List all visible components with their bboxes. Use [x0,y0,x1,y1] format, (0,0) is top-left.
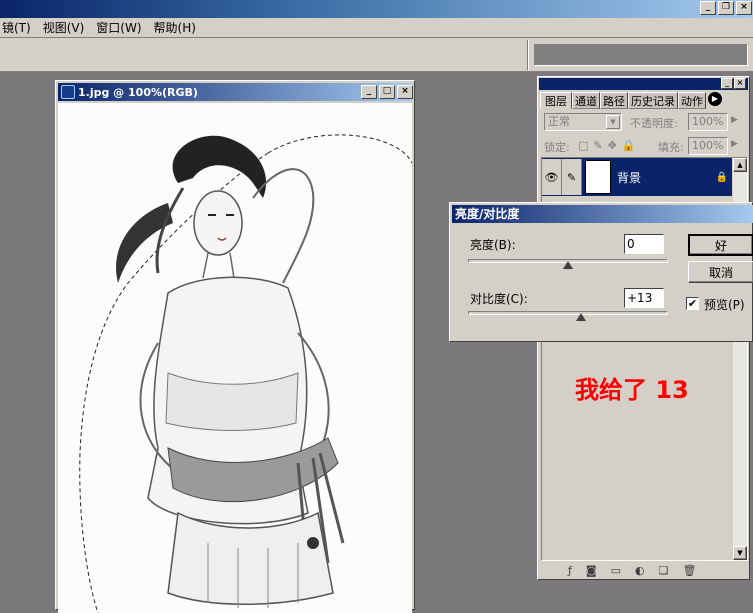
brightness-label: 亮度(B): [470,238,516,252]
app-restore-button[interactable]: ❐ [718,1,734,15]
app-minimize-button[interactable]: _ [700,1,716,15]
palette-well[interactable] [534,44,748,66]
options-bar [0,38,753,72]
annotation-note: 我给了 13 [575,376,689,404]
app-close-button[interactable]: × [736,1,752,15]
layer-brush-icon[interactable]: ✎ [562,159,582,195]
preview-checkbox[interactable]: ✔ [686,297,699,310]
new-layer-icon[interactable]: ❏ [659,564,669,577]
layers-palette-titlebar: _ × [539,78,748,90]
trash-icon[interactable]: 🗑 [682,564,696,577]
palette-menu-arrow-icon[interactable]: ▶ [708,92,722,106]
lock-move-icon[interactable]: ✥ [608,139,617,152]
menu-help[interactable]: 帮助(H) [148,19,202,36]
image-canvas[interactable] [58,103,412,613]
layers-bottom-toolbar: ƒ ◙ ▭ ◐ ❏ 🗑 [568,564,696,577]
brightness-contrast-dialog: 亮度/对比度 亮度(B): 0 对比度(C): +13 好 取消 ✔ 预览(P) [449,202,753,342]
document-icon [61,85,75,99]
menu-window[interactable]: 窗口(W) [90,19,147,36]
brightness-field[interactable]: 0 [624,234,664,254]
ok-button[interactable]: 好 [688,234,753,256]
layer-thumbnail [585,160,611,194]
menu-filter[interactable]: 镜(T) [0,19,37,36]
layers-close-button[interactable]: × [734,78,746,89]
tab-layers[interactable]: 图层 [540,92,572,109]
chevron-down-icon: ▼ [606,115,620,129]
lock-brush-icon[interactable]: ✎ [593,139,602,152]
app-window-controls: _ ❐ × [700,1,752,15]
layer-row-background[interactable]: 👁 ✎ 背景 🔒 [542,158,732,196]
document-title: 1.jpg @ 100%(RGB) [78,85,198,99]
visibility-eye-icon[interactable]: 👁 [542,159,562,195]
new-group-icon[interactable]: ▭ [611,564,621,577]
layers-minimize-button[interactable]: _ [721,78,733,89]
blend-mode-value: 正常 [548,115,570,128]
scroll-up-arrow-icon[interactable]: ▲ [733,158,747,172]
tab-actions[interactable]: 动作 [678,92,706,109]
lock-all-icon[interactable]: 🔒 [622,139,636,152]
fill-field[interactable]: 100% [688,137,728,155]
sketch-portrait-image [79,134,412,613]
layers-tab-strip: 图层 通道 路径 历史记录 动作 ▶ [540,92,747,109]
doc-maximize-button[interactable]: □ [379,85,395,99]
lock-transparency-icon[interactable]: □ [578,139,588,152]
opacity-arrow-icon[interactable]: ▶ [731,115,738,125]
tab-history[interactable]: 历史记录 [628,92,678,109]
contrast-slider-track[interactable] [468,311,668,315]
opacity-label: 不透明度: [630,117,678,130]
scroll-down-arrow-icon[interactable]: ▼ [733,546,747,560]
layer-style-icon[interactable]: ƒ [568,564,572,577]
document-window-controls: _ □ × [361,85,413,99]
document-window: 1.jpg @ 100%(RGB) _ □ × [55,80,415,613]
lock-icons: □ ✎ ✥ 🔒 [578,139,636,152]
doc-close-button[interactable]: × [397,85,413,99]
contrast-field[interactable]: +13 [624,288,664,308]
opacity-field[interactable]: 100% [688,113,728,131]
document-titlebar: 1.jpg @ 100%(RGB) [58,83,412,101]
layer-name: 背景 [617,170,642,185]
cancel-button[interactable]: 取消 [688,261,753,283]
preview-label[interactable]: 预览(P) [704,296,745,313]
blend-mode-select[interactable]: 正常 ▼ [544,113,622,131]
contrast-slider-thumb[interactable] [576,313,586,321]
layer-lock-icon: 🔒 [715,171,728,183]
fill-arrow-icon[interactable]: ▶ [731,139,738,149]
fill-label: 填充: [658,141,684,154]
lock-label: 锁定: [544,141,570,154]
menubar: 镜(T) 视图(V) 窗口(W) 帮助(H) [0,18,753,38]
tab-paths[interactable]: 路径 [600,92,628,109]
dialog-titlebar: 亮度/对比度 [452,205,753,223]
app-titlebar [0,0,753,18]
brightness-slider-thumb[interactable] [563,261,573,269]
add-mask-icon[interactable]: ◙ [586,564,597,577]
doc-minimize-button[interactable]: _ [361,85,377,99]
menu-view[interactable]: 视图(V) [37,19,91,36]
contrast-label: 对比度(C): [470,292,528,306]
tab-channels[interactable]: 通道 [572,92,600,109]
options-separator [527,40,529,70]
adjustment-layer-icon[interactable]: ◐ [635,564,645,577]
